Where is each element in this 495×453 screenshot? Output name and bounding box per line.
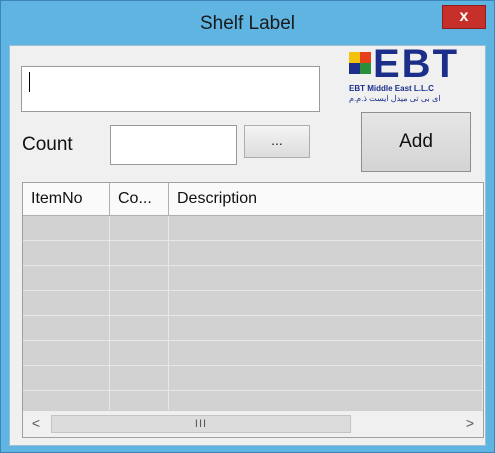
table-cell[interactable]	[110, 316, 169, 340]
table-cell[interactable]	[23, 316, 110, 340]
column-header-description[interactable]: Description	[169, 183, 483, 215]
table-cell[interactable]	[110, 266, 169, 290]
table-cell[interactable]	[23, 266, 110, 290]
grid-body	[23, 216, 483, 416]
horizontal-scrollbar[interactable]: < III >	[23, 410, 483, 437]
window-title: Shelf Label	[199, 13, 296, 34]
table-cell[interactable]	[23, 341, 110, 365]
grid-header: ItemNo Co... Description	[23, 183, 483, 216]
table-cell[interactable]	[169, 266, 483, 290]
table-cell[interactable]	[169, 291, 483, 315]
close-button[interactable]: x	[442, 5, 486, 29]
table-cell[interactable]	[23, 216, 110, 240]
logo-subtitle: EBT Middle East L.L.C	[349, 84, 434, 93]
table-row[interactable]	[23, 291, 483, 316]
table-row[interactable]	[23, 316, 483, 341]
ebt-logo: EBT EBT Middle East L.L.C ای بی تی میدل …	[347, 44, 483, 108]
table-row[interactable]	[23, 241, 483, 266]
items-grid[interactable]: ItemNo Co... Description < III >	[22, 182, 484, 438]
table-row[interactable]	[23, 216, 483, 241]
table-cell[interactable]	[169, 216, 483, 240]
item-input[interactable]	[21, 66, 320, 112]
table-cell[interactable]	[23, 291, 110, 315]
client-area: EBT EBT Middle East L.L.C ای بی تی میدل …	[9, 44, 486, 446]
text-caret	[29, 72, 30, 92]
scroll-thumb[interactable]: III	[51, 415, 351, 433]
column-header-count[interactable]: Co...	[110, 183, 169, 215]
table-cell[interactable]	[169, 341, 483, 365]
add-button[interactable]: Add	[361, 112, 471, 172]
table-cell[interactable]	[110, 341, 169, 365]
count-input[interactable]	[110, 125, 237, 165]
logo-arabic-text: ای بی تی میدل ایست ذ.م.م	[349, 94, 441, 103]
table-cell[interactable]	[169, 366, 483, 390]
scroll-left-icon[interactable]: <	[25, 413, 47, 434]
logo-squares-icon	[349, 52, 371, 74]
table-row[interactable]	[23, 266, 483, 291]
count-label: Count	[22, 134, 73, 155]
table-cell[interactable]	[110, 241, 169, 265]
table-row[interactable]	[23, 341, 483, 366]
scroll-right-icon[interactable]: >	[459, 413, 481, 434]
title-bar[interactable]: Shelf Label x	[1, 1, 494, 45]
shelf-label-window: Shelf Label x EBT EBT Middle East L.L.C …	[0, 0, 495, 453]
table-cell[interactable]	[169, 241, 483, 265]
table-cell[interactable]	[110, 366, 169, 390]
table-row[interactable]	[23, 366, 483, 391]
browse-button[interactable]: ...	[244, 125, 310, 158]
logo-wordmark: EBT	[373, 42, 459, 86]
table-cell[interactable]	[110, 216, 169, 240]
table-cell[interactable]	[169, 316, 483, 340]
column-header-itemno[interactable]: ItemNo	[23, 183, 110, 215]
table-cell[interactable]	[23, 366, 110, 390]
table-cell[interactable]	[110, 291, 169, 315]
table-cell[interactable]	[23, 241, 110, 265]
